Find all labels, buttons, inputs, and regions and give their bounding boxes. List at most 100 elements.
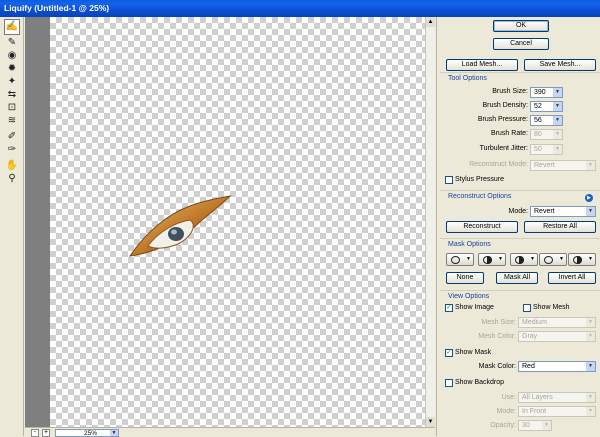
mask-subtract-button[interactable]: ▼ — [510, 253, 538, 266]
brush-density-field[interactable]: 52 ▼ — [530, 101, 563, 112]
brush-pressure-field[interactable]: 56 ▼ — [530, 115, 563, 126]
mirror-icon[interactable]: ⊡ — [5, 101, 19, 114]
opacity-label: Opacity: — [490, 422, 516, 429]
twirl-icon[interactable]: ◉ — [5, 49, 19, 62]
show-image-checkbox[interactable]: ✓ — [445, 304, 453, 312]
push-left-icon[interactable]: ⇆ — [5, 88, 19, 101]
show-mask-checkbox[interactable]: ✓ — [445, 349, 453, 357]
bloat-icon[interactable]: ✦ — [5, 75, 19, 88]
chevron-down-icon[interactable]: ▼ — [586, 362, 595, 371]
mesh-color-select: Gray ▼ — [518, 331, 596, 342]
chevron-down-icon[interactable]: ▼ — [553, 88, 562, 97]
reconstruct-options-heading: Reconstruct Options — [448, 193, 512, 200]
brush-pressure-value: 56 — [534, 117, 542, 124]
reconstruct-mode-value: Revert — [534, 162, 555, 169]
show-mesh-checkbox[interactable] — [523, 304, 531, 312]
hand-icon[interactable]: ✋ — [5, 159, 19, 172]
chevron-down-icon: ▼ — [530, 256, 535, 262]
brush-size-field[interactable]: 390 ▼ — [530, 87, 563, 98]
mask-options-heading: Mask Options — [448, 241, 491, 248]
mask-fill-icon — [577, 256, 582, 264]
freeze-mask-icon[interactable]: ✐ — [5, 130, 19, 143]
backdrop-mode-select: In Front ▼ — [518, 406, 596, 417]
eye-image — [128, 195, 232, 257]
mask-all-button[interactable]: Mask All — [496, 272, 538, 284]
chevron-down-icon: ▼ — [586, 161, 595, 170]
chevron-down-icon: ▼ — [553, 130, 562, 139]
turbulent-jitter-value: 50 — [534, 146, 542, 153]
show-mask-label: Show Mask — [455, 349, 492, 356]
mask-color-value: Red — [522, 363, 535, 370]
window-title: Liquify (Untitled-1 @ 25%) — [4, 3, 110, 13]
mesh-size-select: Medium ▼ — [518, 317, 596, 328]
mask-color-select[interactable]: Red ▼ — [518, 361, 596, 372]
reconstruct-button[interactable]: Reconstruct — [446, 221, 518, 233]
mask-replace-button[interactable]: ▼ — [446, 253, 474, 266]
cancel-button[interactable]: Cancel — [493, 38, 549, 50]
mesh-color-value: Gray — [522, 333, 538, 340]
tool-options-heading: Tool Options — [448, 75, 487, 82]
brush-density-label: Brush Density: — [482, 102, 528, 109]
mask-fill-icon — [519, 256, 524, 264]
reconstruct-mode-select: Revert ▼ — [530, 160, 596, 171]
brush-size-value: 390 — [534, 89, 546, 96]
brush-rate-value: 80 — [534, 131, 542, 138]
mask-invert-button[interactable]: ▼ — [568, 253, 596, 266]
play-arrow-icon[interactable]: ▶ — [585, 194, 593, 202]
show-image-label: Show Image — [455, 304, 494, 311]
turbulence-icon[interactable]: ≋ — [5, 114, 19, 127]
save-mesh-button[interactable]: Save Mesh... — [524, 59, 596, 71]
zoom-icon[interactable]: ⚲ — [5, 172, 19, 185]
chevron-down-icon[interactable]: ▼ — [553, 102, 562, 111]
pucker-icon[interactable]: ✹ — [5, 62, 19, 75]
mask-intersect-button[interactable]: ▼ — [539, 253, 567, 266]
mask-intersect-icon — [544, 256, 553, 264]
mask-color-label: Mask Color: — [478, 363, 516, 370]
mask-add-button[interactable]: ▼ — [478, 253, 506, 266]
liquify-toolbox: ✍ ✎ ◉ ✹ ✦ ⇆ ⊡ ≋ ✐ ✑ ✋ ⚲ — [0, 17, 24, 436]
mask-fill-icon — [487, 256, 492, 264]
show-backdrop-checkbox[interactable] — [445, 379, 453, 387]
mask-none-button[interactable]: None — [446, 272, 484, 284]
chevron-down-icon: ▼ — [588, 256, 593, 262]
brush-rate-label: Brush Rate: — [491, 130, 528, 137]
chevron-down-icon: ▼ — [586, 407, 595, 416]
thaw-mask-icon[interactable]: ✑ — [5, 143, 19, 156]
reconstruct-icon[interactable]: ✎ — [5, 36, 19, 49]
preview-canvas[interactable] — [50, 17, 428, 427]
load-mesh-button[interactable]: Load Mesh... — [446, 59, 518, 71]
use-value: All Layers — [522, 394, 553, 401]
scroll-up-icon[interactable]: ▲ — [426, 17, 435, 27]
use-select: All Layers ▼ — [518, 392, 596, 403]
warp-icon[interactable]: ✍ — [4, 19, 20, 35]
scroll-down-icon[interactable]: ▼ — [426, 417, 435, 427]
mask-replace-icon — [451, 256, 460, 264]
chevron-down-icon[interactable]: ▼ — [586, 207, 595, 216]
mesh-color-label: Mesh Color: — [478, 333, 516, 340]
chevron-down-icon[interactable]: ▼ — [553, 116, 562, 125]
chevron-down-icon: ▼ — [542, 421, 551, 430]
chevron-down-icon: ▼ — [586, 393, 595, 402]
invert-all-button[interactable]: Invert All — [548, 272, 596, 284]
divider — [440, 190, 600, 191]
reconstruct-mode-label: Mode: — [508, 208, 528, 215]
view-options-heading: View Options — [448, 293, 490, 300]
chevron-down-icon: ▼ — [110, 430, 118, 436]
divider — [440, 238, 600, 239]
chevron-down-icon: ▼ — [559, 256, 564, 262]
chevron-down-icon: ▼ — [586, 332, 595, 341]
chevron-down-icon: ▼ — [553, 145, 562, 154]
backdrop-mode-label: Mode: — [496, 408, 516, 415]
window-title-bar: Liquify (Untitled-1 @ 25%) — [0, 0, 600, 17]
show-mesh-label: Show Mesh — [533, 304, 570, 311]
stylus-pressure-checkbox[interactable] — [445, 176, 453, 184]
brush-pressure-label: Brush Pressure: — [477, 116, 528, 123]
ok-button[interactable]: OK — [493, 20, 549, 32]
status-bar: - + 25% ▼ — [25, 427, 435, 437]
canvas-vertical-scrollbar[interactable]: ▲ ▼ — [425, 17, 435, 427]
turbulent-jitter-field: 50 ▼ — [530, 144, 563, 155]
use-label: Use: — [501, 394, 516, 401]
restore-all-button[interactable]: Restore All — [524, 221, 596, 233]
chevron-down-icon: ▼ — [586, 318, 595, 327]
reconstruct-mode-select[interactable]: Revert ▼ — [530, 206, 596, 217]
